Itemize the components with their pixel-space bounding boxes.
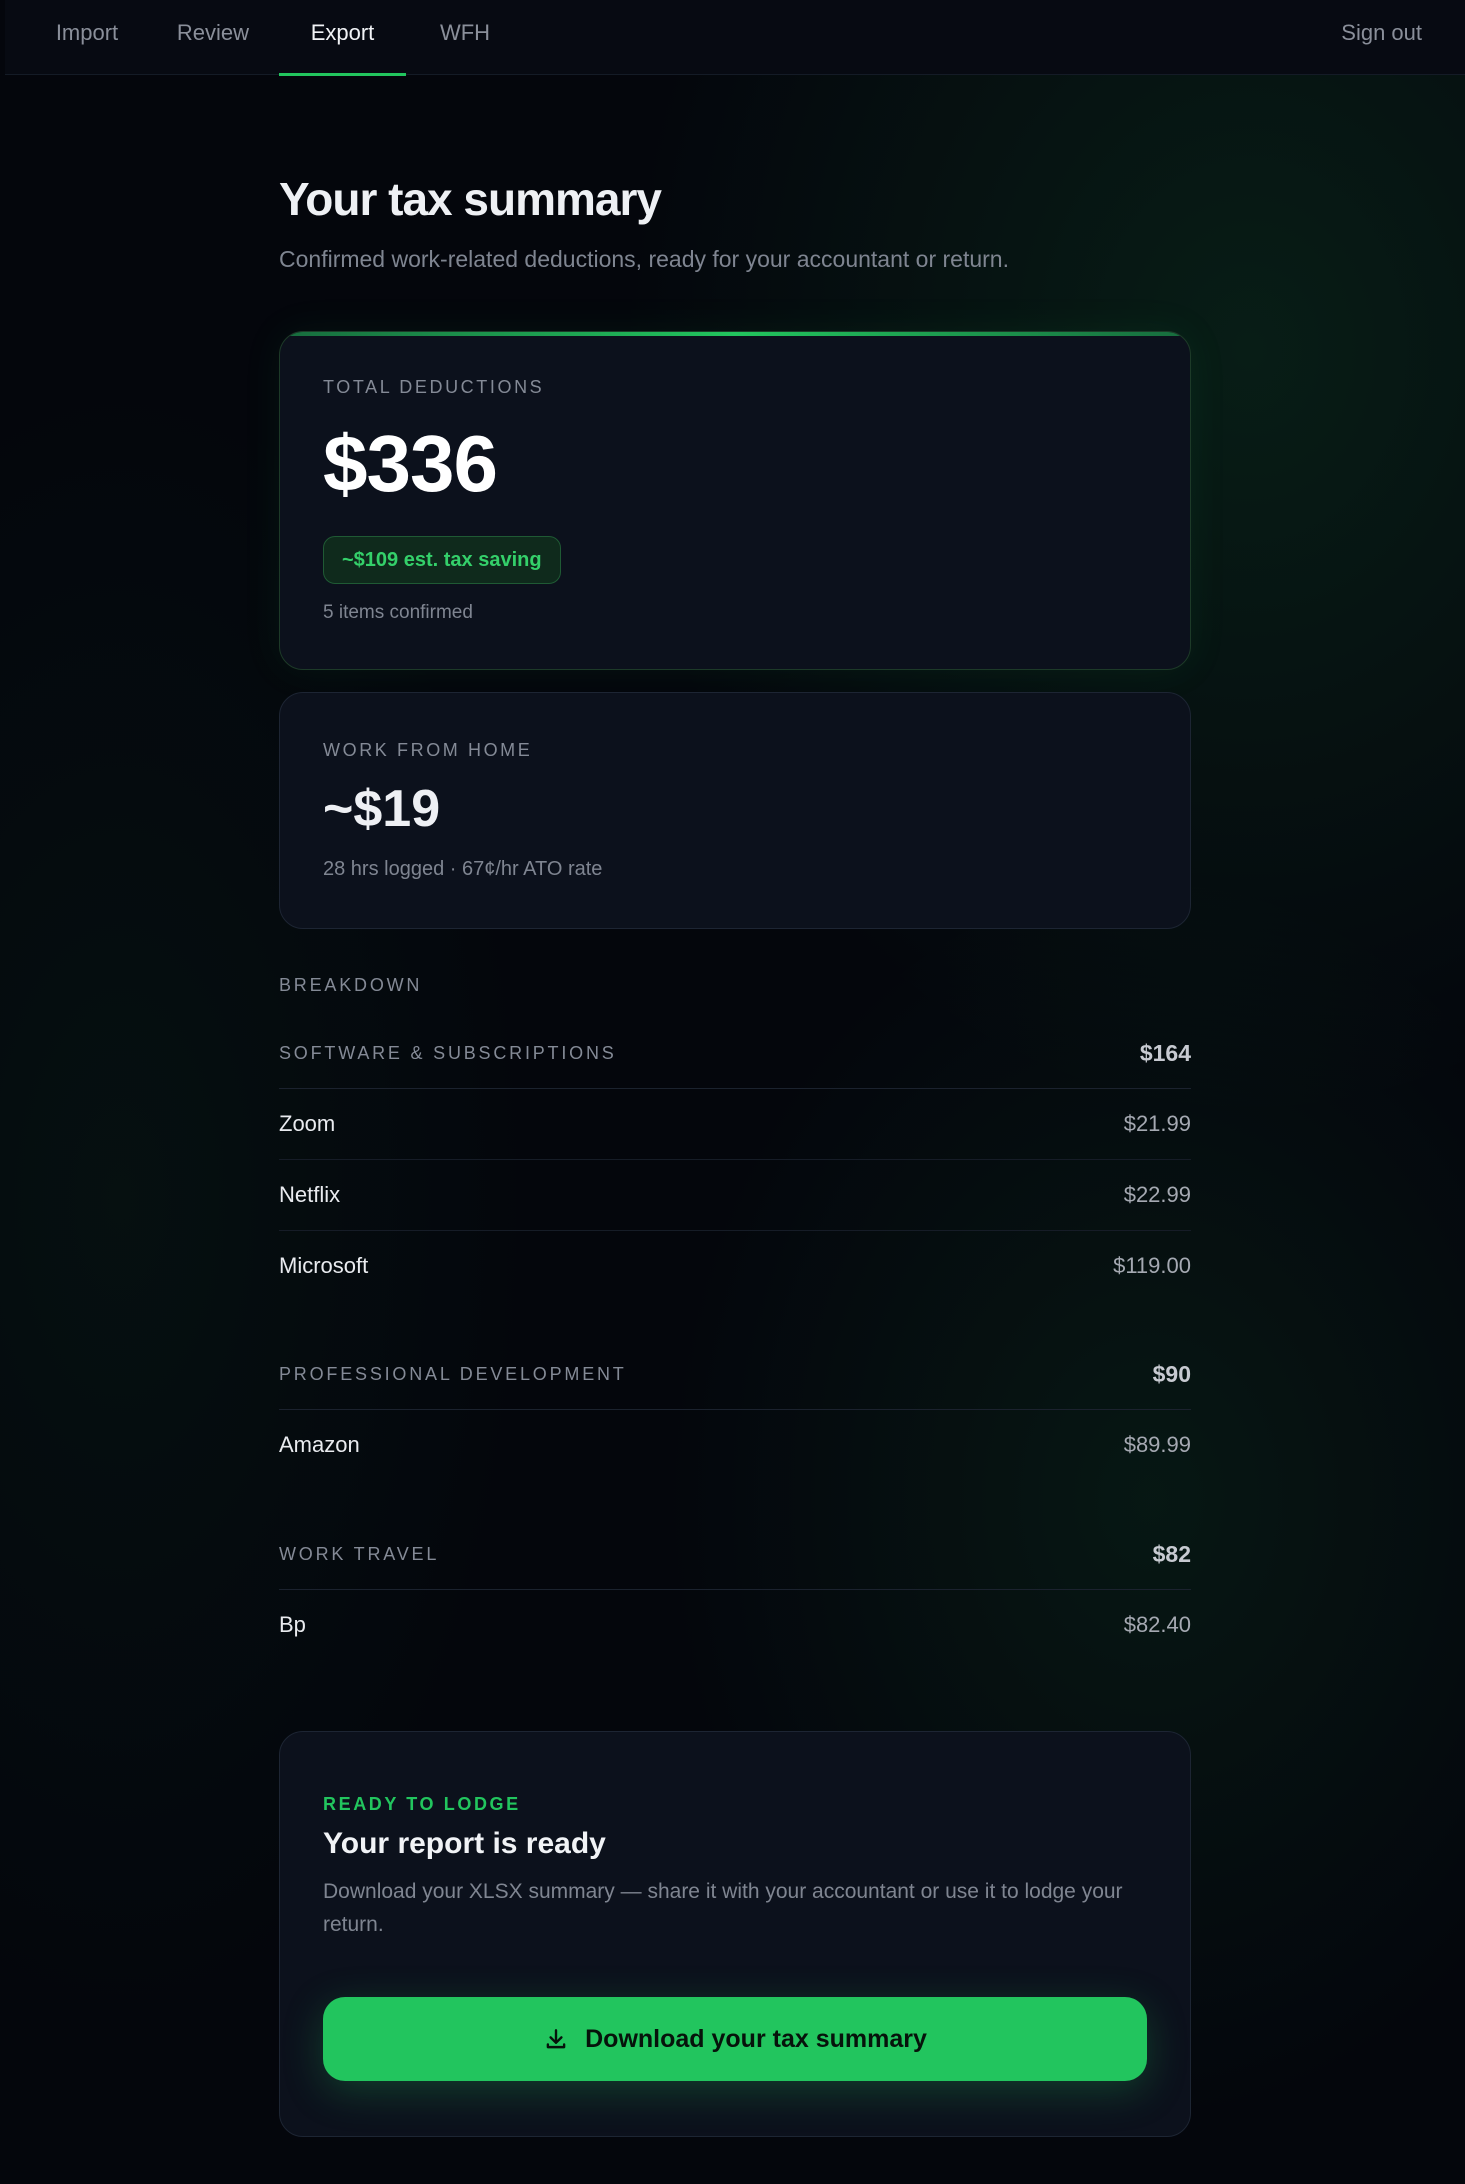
item-name: Zoom (279, 1111, 336, 1136)
breakdown-heading: BREAKDOWN (279, 975, 423, 995)
category-name: SOFTWARE & SUBSCRIPTIONS (279, 1043, 617, 1063)
item-amount: $89.99 (1123, 1432, 1191, 1457)
download-button-label: Download your tax summary (585, 2024, 927, 2053)
category-header: PROFESSIONAL DEVELOPMENT $90 (279, 1339, 1191, 1410)
ready-description: Download your XLSX summary — share it wi… (323, 1880, 1123, 1936)
item-name: Netflix (279, 1182, 341, 1207)
category-total: $82 (1152, 1541, 1191, 1567)
tax-saving-badge: ~$109 est. tax saving (323, 536, 561, 584)
item-amount: $21.99 (1123, 1111, 1191, 1136)
ready-title: Your report is ready (323, 1827, 606, 1860)
item-amount: $119.00 (1113, 1253, 1191, 1278)
item-amount: $82.40 (1123, 1612, 1191, 1637)
ready-eyebrow: READY TO LODGE (323, 1794, 521, 1814)
total-deductions-label: TOTAL DEDUCTIONS (323, 377, 545, 397)
wfh-detail: 28 hrs logged · 67¢/hr ATO rate (323, 858, 603, 880)
tab-import[interactable]: Import (33, 0, 141, 75)
list-item: Netflix $22.99 (279, 1160, 1191, 1231)
category-name: PROFESSIONAL DEVELOPMENT (279, 1364, 627, 1384)
tab-wfh[interactable]: WFH (417, 0, 513, 75)
ready-to-lodge-card: READY TO LODGE Your report is ready Down… (279, 1731, 1191, 2137)
work-from-home-card: WORK FROM HOME ~$19 28 hrs logged · 67¢/… (279, 692, 1191, 929)
item-name: Bp (279, 1612, 306, 1637)
list-item: Zoom $21.99 (279, 1089, 1191, 1160)
page-subtitle: Confirmed work-related deductions, ready… (279, 246, 1009, 272)
tab-review[interactable]: Review (149, 0, 277, 75)
sign-out-link[interactable]: Sign out (1341, 0, 1422, 66)
wfh-amount: ~$19 (323, 780, 441, 838)
category-total: $164 (1139, 1040, 1191, 1066)
page-title: Your tax summary (279, 173, 662, 225)
list-item: Amazon $89.99 (279, 1410, 1191, 1480)
top-nav: Import Review Export WFH Sign out (5, 0, 1465, 76)
download-summary-button[interactable]: Download your tax summary (323, 1997, 1147, 2081)
wfh-label: WORK FROM HOME (323, 740, 533, 760)
tab-export[interactable]: Export (279, 0, 406, 76)
total-deductions-card: TOTAL DEDUCTIONS $336 ~$109 est. tax sav… (279, 331, 1191, 670)
category-group-software: SOFTWARE & SUBSCRIPTIONS $164 Zoom $21.9… (279, 1018, 1191, 1301)
list-item: Microsoft $119.00 (279, 1231, 1191, 1301)
category-group-professional-development: PROFESSIONAL DEVELOPMENT $90 Amazon $89.… (279, 1339, 1191, 1480)
category-name: WORK TRAVEL (279, 1544, 440, 1564)
item-name: Microsoft (279, 1253, 369, 1278)
items-confirmed-count: 5 items confirmed (323, 602, 473, 623)
category-header: SOFTWARE & SUBSCRIPTIONS $164 (279, 1018, 1191, 1089)
category-group-work-travel: WORK TRAVEL $82 Bp $82.40 (279, 1519, 1191, 1660)
category-total: $90 (1152, 1361, 1191, 1387)
item-amount: $22.99 (1123, 1182, 1191, 1207)
item-name: Amazon (279, 1432, 360, 1457)
category-header: WORK TRAVEL $82 (279, 1519, 1191, 1590)
list-item: Bp $82.40 (279, 1590, 1191, 1660)
download-icon (546, 2029, 566, 2049)
total-deductions-amount: $336 (323, 419, 498, 508)
